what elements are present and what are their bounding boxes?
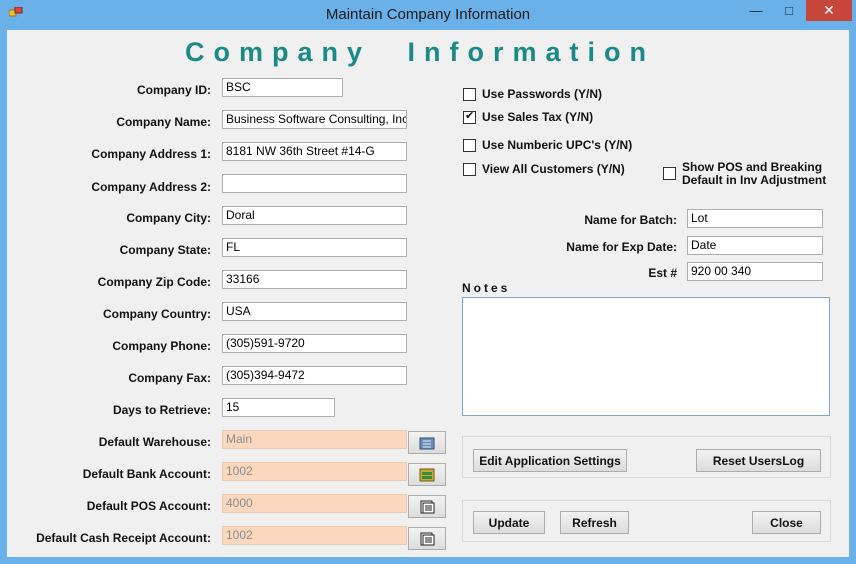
window-title: Maintain Company Information — [325, 6, 531, 23]
use-passwords-checkbox[interactable] — [463, 88, 476, 101]
name-for-batch-field[interactable]: Lot — [687, 209, 823, 228]
use-sales-tax-checkbox[interactable] — [463, 109, 476, 124]
company-zip-field[interactable]: 33166 — [222, 270, 407, 289]
company-name-label: Company Name: — [116, 115, 211, 129]
est-number-field[interactable]: 920 00 340 — [687, 262, 823, 281]
default-bank-account-label: Default Bank Account: — [82, 467, 211, 481]
name-for-exp-date-field[interactable]: Date — [687, 236, 823, 255]
default-warehouse-field: Main — [222, 430, 407, 449]
company-address1-label: Company Address 1: — [91, 147, 211, 161]
window-border-right — [849, 30, 856, 564]
show-pos-breaking-label-line2: Default in Inv Adjustment — [682, 173, 827, 187]
company-fax-label: Company Fax: — [128, 371, 211, 385]
show-pos-breaking-checkbox[interactable] — [663, 167, 676, 180]
company-id-label: Company ID: — [136, 83, 211, 97]
company-address1-field[interactable]: 8181 NW 36th Street #14-G — [222, 142, 407, 161]
company-state-label: Company State: — [119, 243, 211, 257]
bank-icon — [419, 468, 435, 481]
days-to-retrieve-field[interactable]: 15 — [222, 398, 335, 417]
edit-application-settings-button[interactable]: Edit Application Settings — [473, 449, 627, 472]
company-address2-label: Company Address 2: — [91, 180, 211, 194]
company-phone-field[interactable]: (305)591-9720 — [222, 334, 407, 353]
company-zip-label: Company Zip Code: — [97, 275, 211, 289]
company-city-label: Company City: — [126, 211, 211, 225]
close-window-button[interactable]: ✕ — [806, 0, 852, 21]
default-bank-account-field: 1002 — [222, 462, 407, 481]
use-numeric-upc-checkbox[interactable] — [463, 139, 476, 152]
default-pos-account-label: Default POS Account: — [86, 499, 211, 513]
use-numeric-upc-label: Use Numberic UPC's (Y/N) — [482, 138, 633, 152]
name-for-exp-date-label: Name for Exp Date: — [566, 240, 677, 254]
page-title: Company Information — [184, 37, 655, 67]
window-border-left — [0, 30, 7, 564]
close-button[interactable]: Close — [752, 511, 821, 534]
use-sales-tax-label: Use Sales Tax (Y/N) — [482, 110, 594, 124]
default-warehouse-label: Default Warehouse: — [98, 435, 211, 449]
company-country-label: Company Country: — [103, 307, 211, 321]
bank-account-lookup-button[interactable] — [408, 463, 446, 486]
days-to-retrieve-label: Days to Retrieve: — [112, 403, 211, 417]
update-button[interactable]: Update — [473, 511, 545, 534]
default-pos-account-field: 4000 — [222, 494, 407, 513]
company-phone-label: Company Phone: — [112, 339, 211, 353]
name-for-batch-label: Name for Batch: — [584, 213, 677, 227]
company-address2-field[interactable] — [222, 174, 407, 193]
cash-receipt-account-lookup-button[interactable] — [408, 527, 446, 550]
title-bar: Maintain Company Information — □ ✕ — [0, 0, 856, 30]
default-cash-receipt-account-label: Default Cash Receipt Account: — [36, 531, 211, 545]
company-name-field[interactable]: Business Software Consulting, Inc. — [222, 110, 407, 129]
ledger-icon — [420, 532, 435, 545]
company-country-field[interactable]: USA — [222, 302, 407, 321]
pos-account-lookup-button[interactable] — [408, 495, 446, 518]
view-all-customers-label: View All Customers (Y/N) — [482, 162, 625, 176]
notes-textarea[interactable] — [462, 297, 830, 416]
company-id-field[interactable]: BSC — [222, 78, 343, 97]
view-all-customers-checkbox[interactable] — [463, 163, 476, 176]
default-cash-receipt-account-field: 1002 — [222, 526, 407, 545]
warehouse-icon — [419, 437, 435, 449]
refresh-button[interactable]: Refresh — [560, 511, 629, 534]
notes-label: Notes — [462, 281, 511, 295]
company-city-field[interactable]: Doral — [222, 206, 407, 225]
maximize-button[interactable]: □ — [774, 0, 804, 21]
ledger-icon — [420, 500, 435, 513]
reset-userslog-button[interactable]: Reset UsersLog — [696, 449, 821, 472]
company-state-field[interactable]: FL — [222, 238, 407, 257]
window-border-bottom — [0, 557, 856, 564]
company-fax-field[interactable]: (305)394-9472 — [222, 366, 407, 385]
minimize-button[interactable]: — — [741, 0, 771, 21]
use-passwords-label: Use Passwords (Y/N) — [482, 87, 603, 101]
warehouse-lookup-button[interactable] — [408, 431, 446, 454]
maintain-company-window: Maintain Company Information — □ ✕ Compa… — [0, 0, 856, 564]
est-number-label: Est # — [648, 266, 677, 280]
